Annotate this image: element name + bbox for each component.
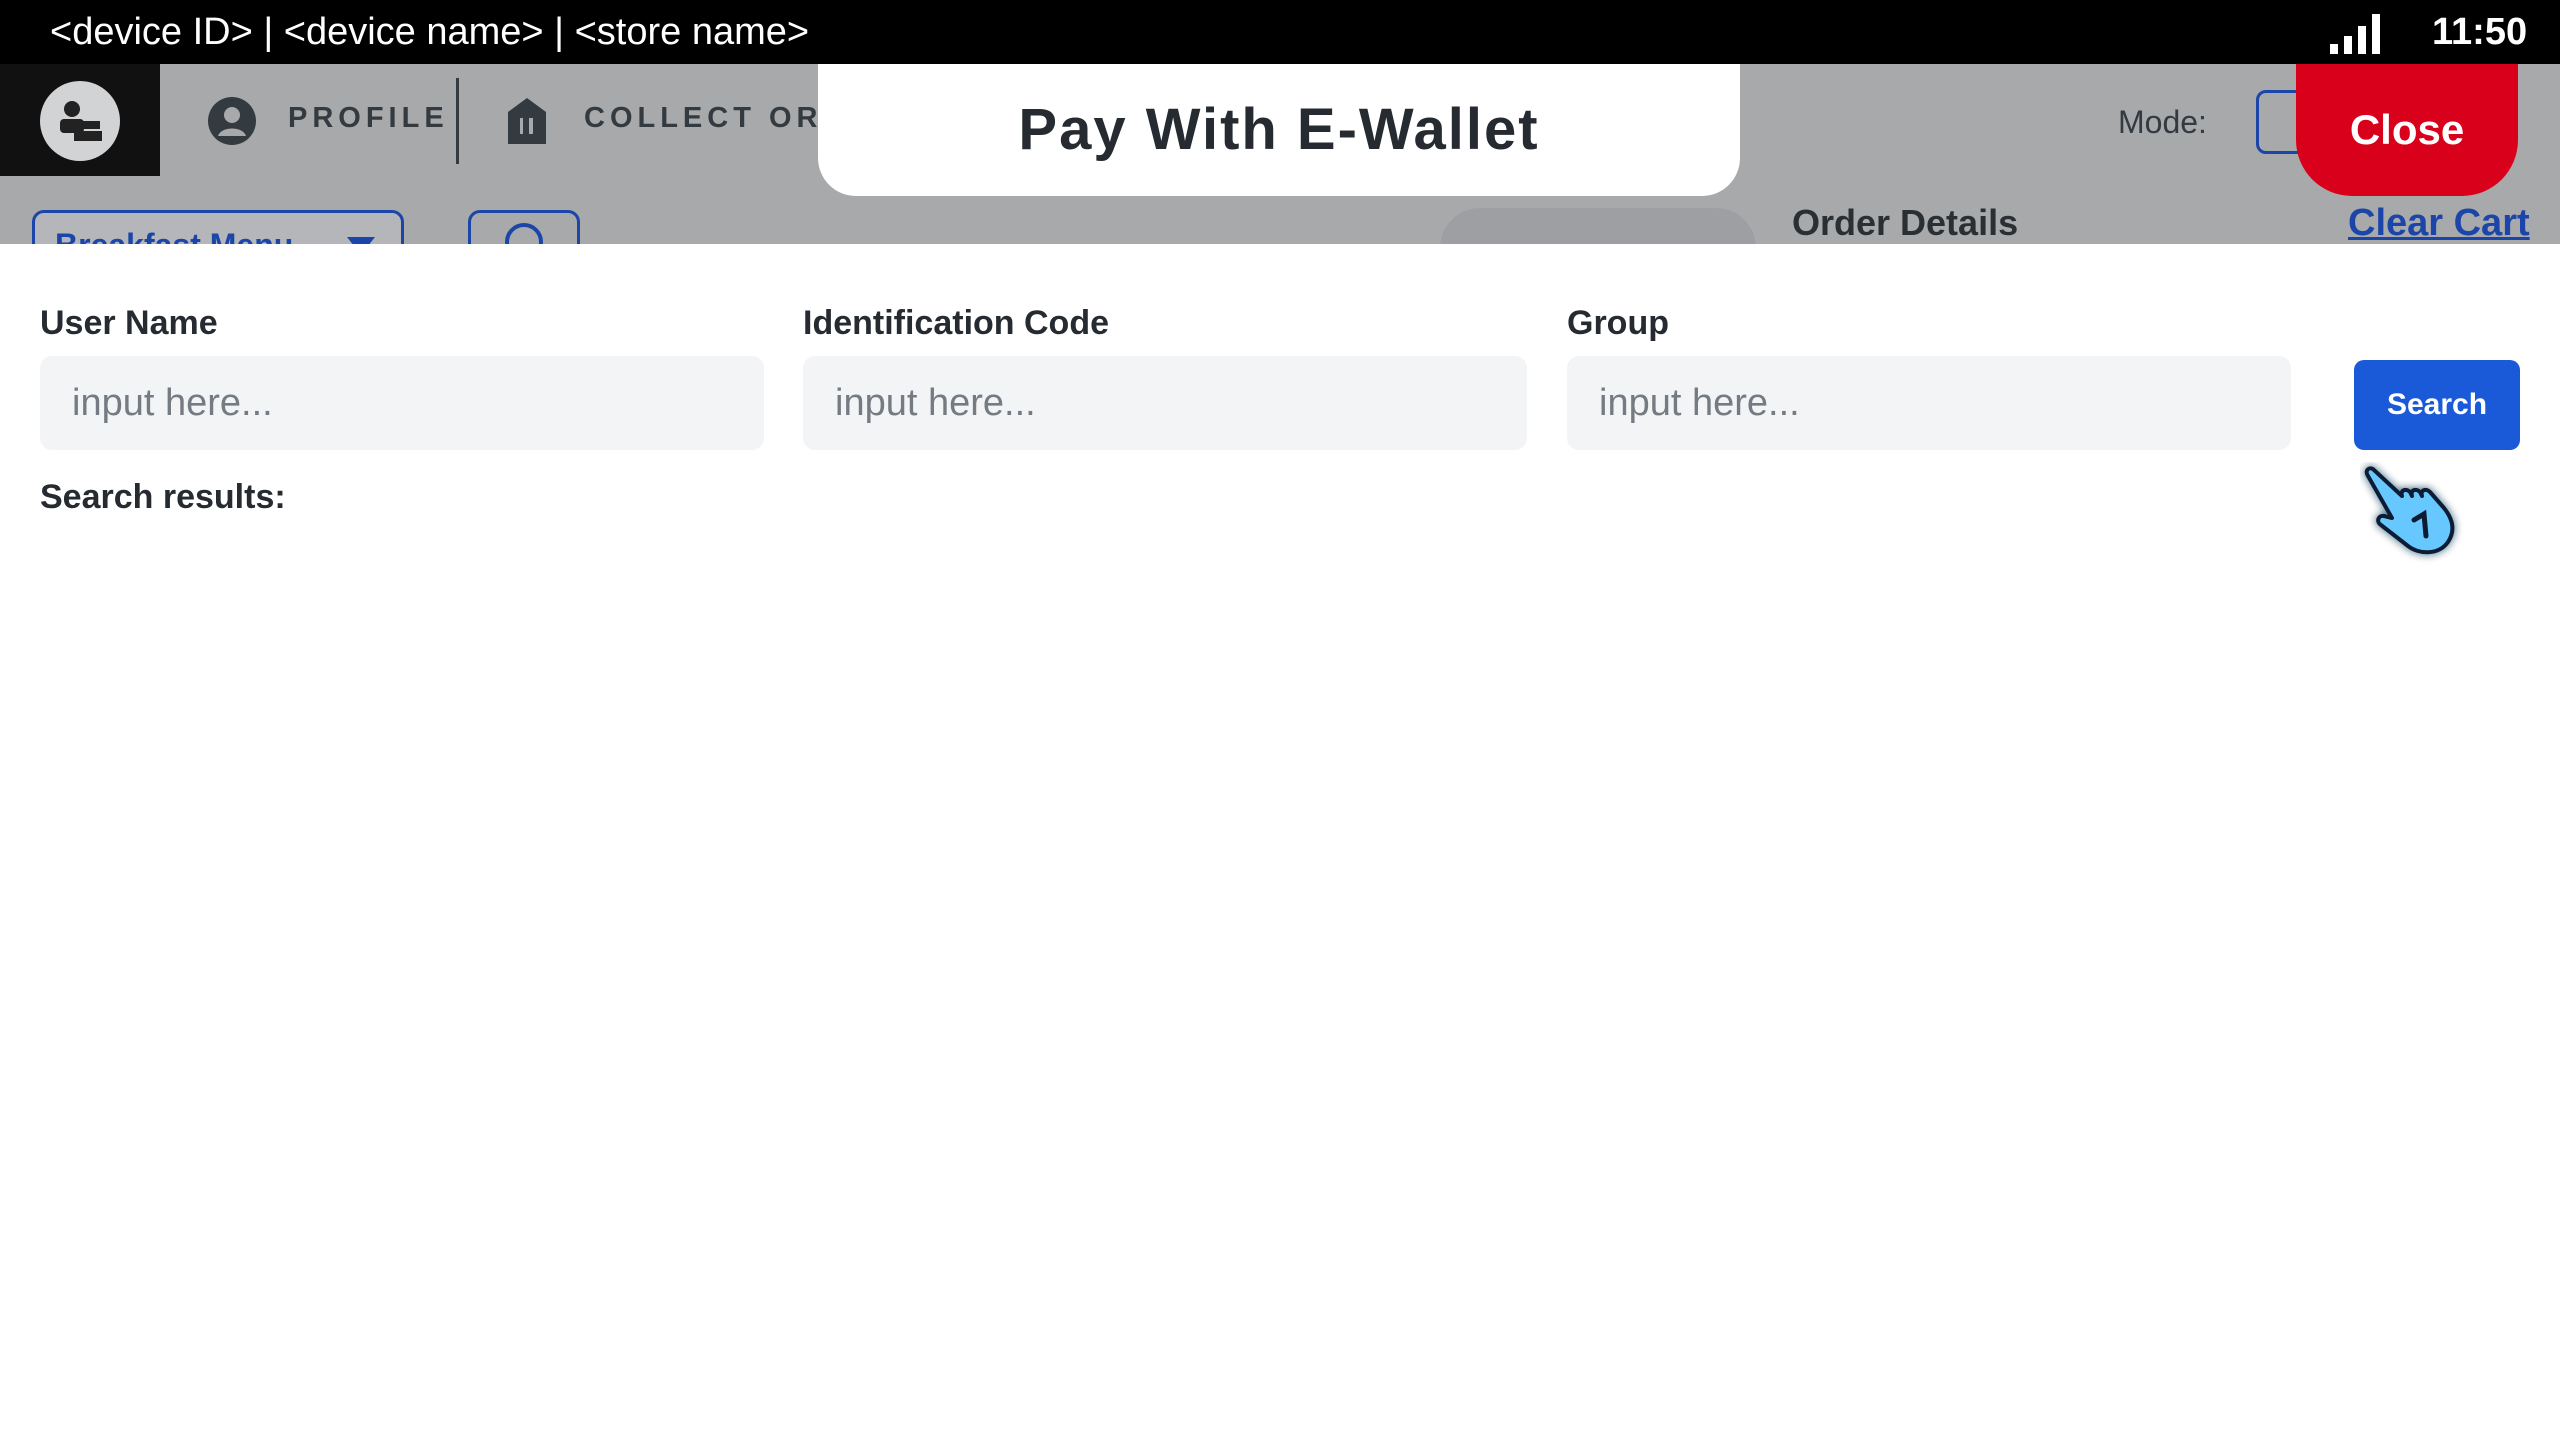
cashier-avatar-box[interactable] [0, 64, 160, 176]
nav-divider [456, 78, 459, 164]
group-label: Group [1567, 304, 1669, 342]
view-toggle-group[interactable] [1440, 208, 1756, 244]
clear-cart-link[interactable]: Clear Cart [2348, 202, 2530, 244]
caret-down-icon [347, 237, 375, 244]
cashier-avatar [40, 81, 120, 161]
modal-title-tab: Pay With E-Wallet [818, 64, 1740, 196]
identification-code-input[interactable] [803, 356, 1527, 450]
user-name-label: User Name [40, 304, 218, 342]
menu-search-button[interactable] [468, 210, 580, 244]
modal-title: Pay With E-Wallet [1018, 97, 1540, 162]
user-circle-icon[interactable] [207, 96, 257, 146]
user-name-input[interactable] [40, 356, 764, 450]
clock-time: 11:50 [2432, 11, 2528, 53]
close-button[interactable]: Close [2296, 64, 2518, 196]
status-bar: <device ID> | <device name> | <store nam… [0, 0, 2560, 64]
hand-pointer-icon [2364, 466, 2455, 555]
identification-code-label: Identification Code [803, 304, 1109, 342]
order-details-heading: Order Details [1792, 202, 2019, 243]
group-input[interactable] [1567, 356, 2291, 450]
search-results-label: Search results: [40, 478, 286, 516]
nav-profile[interactable]: PROFILE [288, 102, 449, 135]
food-bag-icon[interactable] [502, 94, 552, 146]
signal-icon [2330, 14, 2380, 54]
search-button[interactable]: Search [2354, 360, 2520, 450]
menu-dropdown[interactable]: Breakfast Menu [32, 210, 404, 244]
mode-label: Mode: [2118, 104, 2207, 140]
device-info: <device ID> | <device name> | <store nam… [50, 11, 810, 53]
modal-body: User Name Identification Code Group Sear… [0, 244, 2560, 1440]
menu-dropdown-label: Breakfast Menu [55, 227, 293, 244]
cashier-icon [60, 101, 102, 141]
